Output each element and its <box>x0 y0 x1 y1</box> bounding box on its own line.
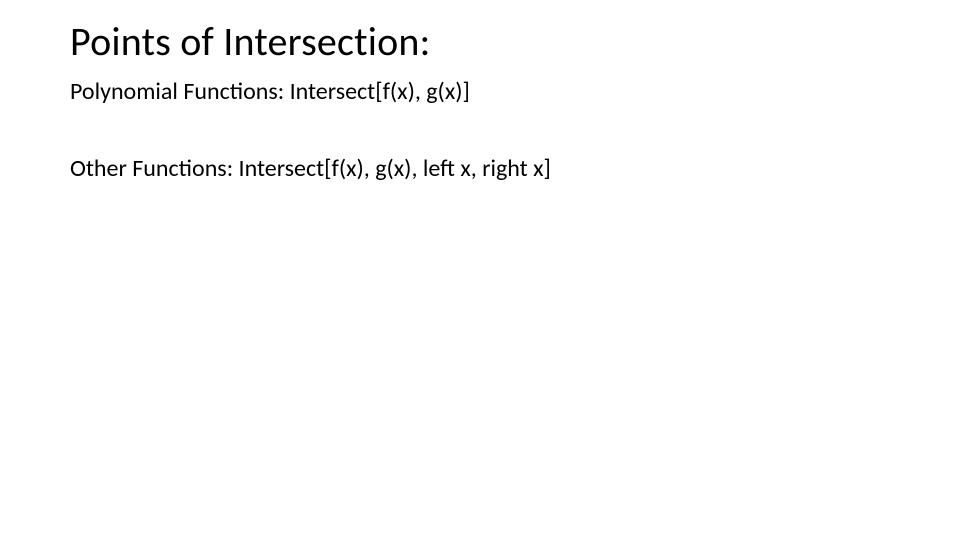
slide-container: Points of Intersection: Polynomial Funct… <box>0 0 960 540</box>
body-line-other: Other Functions: Intersect[f(x), g(x), l… <box>70 153 890 184</box>
slide-title: Points of Intersection: <box>70 18 890 66</box>
body-line-polynomial: Polynomial Functions: Intersect[f(x), g(… <box>70 76 890 107</box>
